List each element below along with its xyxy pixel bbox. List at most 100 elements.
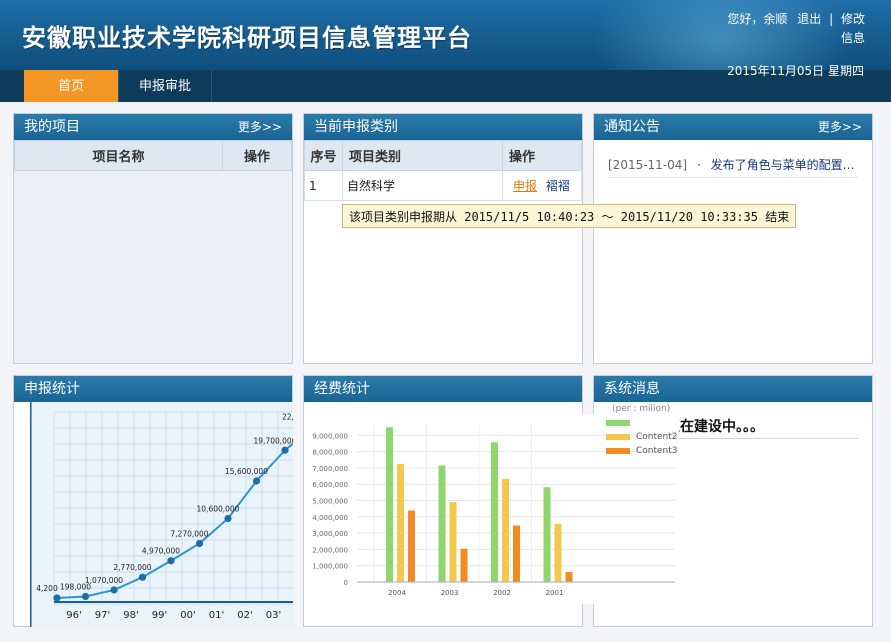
panel-title: 当前申报类别 [314, 119, 398, 135]
data-label: 4,970,000 [142, 547, 180, 556]
x-tick-label: 2003 [441, 589, 459, 597]
logout-link[interactable]: 退出 [797, 12, 821, 26]
row-category: 自然科学 [342, 170, 503, 201]
column-header-action: 操作 [502, 140, 582, 171]
table-header: 序号 项目类别 操作 [304, 140, 582, 171]
y-tick-label: 1,000,000 [312, 563, 348, 571]
x-tick-label: 00' [180, 610, 195, 621]
y-tick-label: 6,000,000 [312, 481, 348, 489]
line-chart: 4,200 198,0001,070,0002,770,0004,970,0007… [30, 402, 293, 627]
data-point [167, 557, 175, 565]
data-point [53, 594, 61, 602]
row-actions: 申报 褶褶 [502, 170, 582, 201]
legend-label: Content3 [636, 446, 678, 456]
panel-title: 我的项目 [24, 119, 80, 135]
panel-title: 通知公告 [604, 119, 660, 135]
category-table: 序号 项目类别 操作 1 自然科学 申报 褶褶 [304, 140, 582, 201]
legend-item: Content3 [606, 444, 678, 458]
list-item[interactable]: [2015-11-04] · 发布了角色与菜单的配置… [608, 156, 858, 178]
y-tick-label: 5,000,000 [312, 498, 348, 506]
notice-panel: 通知公告 更多>> [2015-11-04] · 发布了角色与菜单的配置… [593, 113, 873, 364]
bar [408, 510, 415, 582]
y-tick-label: 0 [344, 579, 348, 587]
more-link[interactable]: 更多>> [818, 114, 862, 140]
fund-chart-legend: (per : milion) Content2 Content3 [606, 404, 678, 458]
bar [513, 525, 520, 582]
bar [554, 523, 562, 582]
more-link[interactable]: 更多>> [238, 114, 282, 140]
data-label: 15,600,000 [225, 467, 268, 476]
legend-swatch [606, 434, 630, 440]
data-point [138, 573, 147, 581]
bullet: · [696, 158, 701, 172]
x-tick-label: 96' [66, 610, 81, 621]
column-header-action: 操作 [222, 140, 292, 171]
panel-title: 申报统计 [24, 381, 80, 397]
bar [438, 465, 446, 582]
x-tick-label: 99' [152, 610, 167, 621]
bar [491, 442, 498, 582]
data-point [252, 477, 261, 485]
fund-stat-panel: 经费统计 0 1,000,000 2,000,000 3,000,000 4,000,0… [303, 375, 679, 627]
current-date: 2015年11月05日 星期四 [727, 64, 864, 78]
panel-header: 系统消息 [594, 376, 872, 402]
data-point [110, 586, 118, 594]
apply-period-tooltip: 该项目类别申报期从 2015/11/5 10:40:23 ～ 2015/11/2… [342, 204, 797, 228]
data-label: 4,200 [36, 584, 58, 593]
row-no: 1 [304, 170, 343, 201]
data-label: 19,700,000 [254, 436, 293, 445]
user-greeting: 您好，余顺 [727, 12, 788, 26]
column-header-no: 序号 [304, 140, 343, 171]
apply-stat-panel: 申报统计 4,200 198,000 1,070,000 2,770,000 4,970… [13, 375, 293, 627]
data-point [224, 514, 232, 523]
panel-title: 经费统计 [314, 381, 370, 397]
bar [565, 572, 573, 582]
tab-audit[interactable]: 申报审批 [118, 70, 212, 102]
x-tick-label: 2004 [388, 589, 406, 597]
modify-link[interactable]: 修改 [841, 12, 865, 26]
panel-header: 当前申报类别 [304, 114, 582, 140]
panel-header: 经费统计 [304, 376, 582, 402]
x-tick-label: 98' [123, 610, 138, 621]
table-header: 项目名称 操作 [14, 140, 292, 171]
y-tick-label: 9,000,000 [312, 432, 348, 440]
data-label: 1,070,000 [85, 576, 123, 585]
data-point [281, 446, 289, 454]
data-point [195, 539, 204, 548]
x-tick-label: 2001 [546, 589, 564, 597]
my-projects-table: 项目名称 操作 [14, 140, 292, 171]
separator: | [829, 12, 834, 26]
user-area: 您好，余顺 退出 | 修改 信息 [727, 10, 865, 48]
modify-info-link[interactable]: 信息 [727, 29, 865, 48]
bar [397, 463, 404, 582]
y-tick-label: 8,000,000 [312, 449, 348, 457]
data-label: 10,600,000 [197, 505, 240, 514]
legend-item [606, 416, 678, 430]
x-tick-label: 97' [95, 610, 110, 621]
apply-link[interactable]: 申报 [513, 179, 537, 193]
notice-link[interactable]: 发布了角色与菜单的配置… [711, 158, 855, 172]
data-label: 7,270,000 [170, 529, 208, 538]
tab-home[interactable]: 首页 [24, 70, 118, 102]
data-label: 2,770,000 [113, 563, 151, 572]
panel-header: 通知公告 更多>> [594, 114, 872, 140]
y-tick-label: 2,000,000 [312, 546, 348, 554]
bar [386, 427, 393, 582]
fold-link[interactable]: 褶褶 [546, 179, 570, 193]
column-header-category: 项目类别 [342, 140, 503, 171]
x-tick-label: 03' [266, 610, 281, 621]
current-category-panel: 当前申报类别 序号 项目类别 操作 1 自然科学 申报 褶褶 [303, 113, 583, 364]
legend-item: Content2 [606, 430, 678, 444]
y-tick-label: 7,000,000 [312, 465, 348, 473]
bar [460, 548, 468, 582]
data-point [81, 592, 90, 601]
legend-swatch [606, 448, 630, 454]
column-header-name: 项目名称 [14, 140, 223, 171]
y-tick-label: 3,000,000 [312, 530, 348, 538]
app-header: 安徽职业技术学院科研项目信息管理平台 您好，余顺 退出 | 修改 信息 [0, 0, 891, 70]
notice-date: [2015-11-04] [608, 158, 688, 172]
unit-label: (per : milion) [612, 404, 671, 414]
panel-header: 申报统计 [14, 376, 292, 402]
bar [543, 487, 551, 582]
legend-swatch [606, 420, 630, 426]
